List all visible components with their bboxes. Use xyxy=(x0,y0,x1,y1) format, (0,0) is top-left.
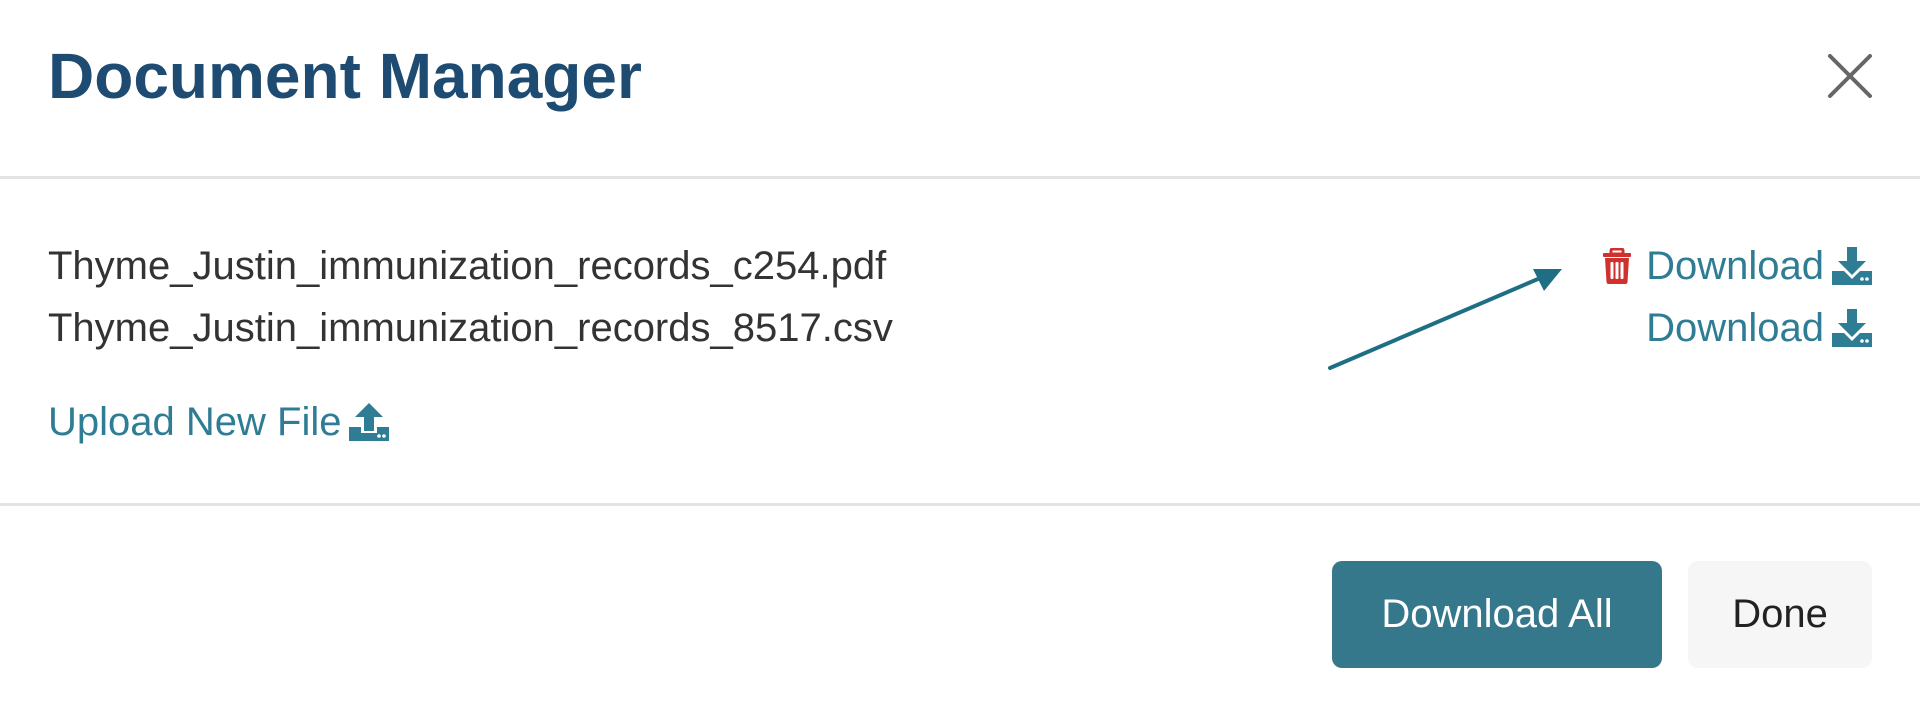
download-icon[interactable] xyxy=(1832,247,1872,285)
document-manager-dialog: Document Manager Thyme_Justin_immunizati… xyxy=(0,0,1920,706)
file-name: Thyme_Justin_immunization_records_c254.p… xyxy=(48,244,887,288)
download-all-button[interactable]: Download All xyxy=(1332,561,1662,668)
dialog-header: Document Manager xyxy=(0,0,1920,179)
file-row-actions: Download xyxy=(1602,241,1872,291)
download-link[interactable]: Download xyxy=(1646,241,1824,291)
download-icon[interactable] xyxy=(1832,309,1872,347)
dialog-body: Thyme_Justin_immunization_records_c254.p… xyxy=(0,179,1920,506)
close-icon[interactable] xyxy=(1826,52,1874,100)
trash-icon[interactable] xyxy=(1602,248,1632,284)
file-name: Thyme_Justin_immunization_records_8517.c… xyxy=(48,306,893,350)
upload-icon[interactable] xyxy=(349,403,390,441)
dialog-title: Document Manager xyxy=(48,40,642,112)
download-link[interactable]: Download xyxy=(1646,303,1824,353)
upload-new-file-link[interactable]: Upload New File xyxy=(48,397,390,447)
dialog-footer: Download All Done xyxy=(0,506,1920,706)
done-button[interactable]: Done xyxy=(1688,561,1872,668)
file-row-actions: Download xyxy=(1646,303,1872,353)
upload-label[interactable]: Upload New File xyxy=(48,397,341,447)
